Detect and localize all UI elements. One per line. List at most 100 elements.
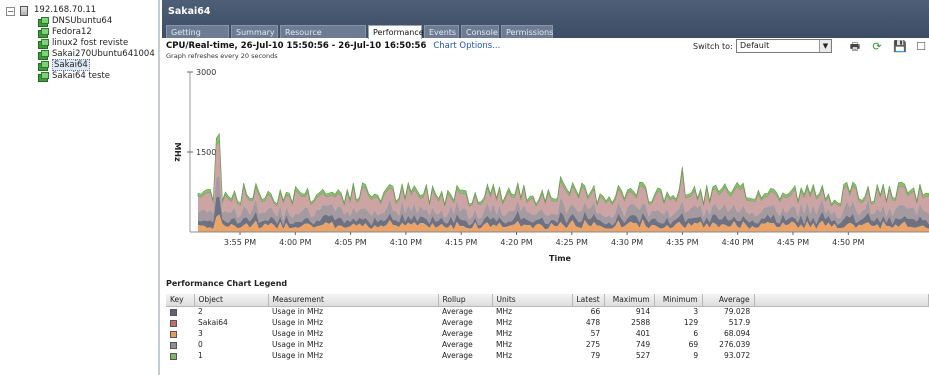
collapse-icon[interactable]: −	[6, 7, 15, 16]
legend-cell-minimum: 6	[693, 329, 699, 338]
legend-cell-units: MHz	[496, 329, 513, 338]
legend-key	[166, 317, 194, 328]
legend-cell-latest: 478	[585, 318, 601, 327]
legend-cell-rollup: Average	[442, 329, 473, 338]
save-icon[interactable]: 💾	[893, 40, 907, 53]
x-axis-label: Time	[549, 254, 572, 263]
legend-header-object[interactable]: Object	[194, 294, 269, 307]
legend-cell-measurement: Usage in MHz	[272, 351, 324, 360]
legend-key	[166, 328, 194, 339]
vm-icon	[38, 72, 49, 82]
tree-vm-item[interactable]: Sakai64 teste	[52, 71, 110, 82]
color-swatch-icon	[170, 330, 177, 338]
legend-cell-measurement: Usage in MHz	[272, 340, 324, 349]
tab-getting-started[interactable]: Getting Started	[166, 25, 229, 50]
legend-row[interactable]: Sakai64 Usage in MHz Average MHz 478 2588 129 5…	[166, 317, 929, 328]
legend-cell-latest: 66	[590, 307, 601, 317]
vm-icon	[38, 50, 49, 60]
switch-to-label: Switch to:	[693, 42, 733, 51]
tree-vm-label: Sakai270Ubuntu641004	[52, 49, 155, 59]
legend-row[interactable]: 1 Usage in MHz Average MHz 79 527 9 93.072	[166, 350, 929, 361]
legend-cell-filler	[754, 317, 928, 328]
legend-key	[166, 350, 194, 361]
x-tick-label: 4:20 PM	[500, 238, 532, 247]
legend-row[interactable]: 2 Usage in MHz Average MHz 66 914 3 79.028	[166, 306, 929, 317]
x-tick-label: 4:00 PM	[279, 238, 311, 247]
legend-cell-measurement: Usage in MHz	[272, 329, 324, 338]
x-tick-label: 4:45 PM	[777, 238, 809, 247]
vm-title: Sakai64	[168, 6, 211, 17]
tree-vm-label: Sakai64 teste	[52, 71, 111, 81]
legend-cell-rollup: Average	[442, 340, 473, 349]
vm-icon	[38, 28, 49, 38]
legend-cell-maximum: 2588	[631, 318, 651, 327]
tree-vm-item[interactable]: DNSUbuntu64	[52, 16, 112, 27]
legend-header-measurement[interactable]: Measurement	[268, 294, 439, 307]
legend-header-maximum[interactable]: Maximum	[604, 294, 655, 307]
tree-host[interactable]: 192.168.70.11	[34, 5, 96, 16]
legend-cell-object: Sakai64	[198, 318, 228, 327]
x-tick-label: 4:35 PM	[666, 238, 698, 247]
legend-header-latest[interactable]: Latest	[572, 294, 605, 307]
chart-options-link[interactable]: Chart Options...	[433, 41, 500, 51]
legend-cell-filler	[754, 306, 928, 317]
legend-table: Key Object Measurement Rollup Units Latest Max…	[166, 294, 929, 361]
tree-vm-label: DNSUbuntu64	[52, 16, 113, 26]
legend-header-average[interactable]: Average	[702, 294, 755, 307]
legend-header-rollup[interactable]: Rollup	[438, 294, 493, 307]
legend-header-key[interactable]: Key	[166, 294, 195, 307]
color-swatch-icon	[170, 341, 177, 349]
legend-cell-units: MHz	[496, 340, 513, 349]
tree-vm-item[interactable]: Sakai64	[52, 59, 90, 71]
legend-header-units[interactable]: Units	[492, 294, 573, 307]
tab-performance[interactable]: Performance	[368, 25, 424, 39]
legend-cell-latest: 57	[590, 329, 601, 338]
x-tick-label: 4:25 PM	[556, 238, 588, 247]
legend-cell-maximum: 527	[635, 351, 651, 360]
legend-header-minimum[interactable]: Minimum	[654, 294, 703, 307]
x-tick-label: 4:30 PM	[611, 238, 643, 247]
legend-cell-maximum: 914	[635, 307, 651, 317]
main-panel: Sakai64 Getting Started Summary Resource A…	[162, 0, 929, 375]
popout-icon[interactable]: ☐	[914, 40, 928, 53]
x-tick-label: 4:40 PM	[722, 238, 754, 247]
switch-to-select[interactable]: Default ▼	[736, 39, 832, 53]
legend-key	[166, 339, 194, 350]
legend-cell-rollup: Average	[442, 318, 473, 327]
legend-cell-minimum: 3	[693, 307, 699, 317]
refresh-note: Graph refreshes every 20 seconds	[166, 52, 278, 60]
legend-header-filler	[754, 294, 929, 307]
legend-cell-average: 79.028	[723, 307, 751, 317]
vm-icon	[38, 61, 49, 71]
y-tick-label: 1500	[196, 148, 216, 157]
tab-permissions[interactable]: Permissions	[501, 25, 553, 38]
x-tick-label: 3:55 PM	[224, 238, 256, 247]
legend-cell-average: 276.039	[719, 340, 751, 349]
tab-events[interactable]: Events	[424, 25, 459, 38]
tree-vm-label: linux2 fost reviste	[52, 38, 129, 48]
vm-icon	[38, 39, 49, 49]
color-swatch-icon	[170, 352, 177, 360]
tab-resource-allocation[interactable]: Resource Allocation	[280, 25, 366, 50]
y-tick-label: 3000	[196, 68, 216, 77]
tree-vm-label: Sakai64	[52, 59, 90, 71]
performance-header: CPU/Real-time, 26-Jul-10 15:50:56 - 26-J…	[166, 41, 500, 51]
tree-vm-item[interactable]: linux2 fost reviste	[52, 38, 128, 49]
vm-title-bar: Sakai64 Getting Started Summary Resource A…	[162, 0, 929, 50]
tab-console[interactable]: Console	[461, 25, 499, 38]
legend-row[interactable]: 3 Usage in MHz Average MHz 57 401 6 68.094	[166, 328, 929, 339]
legend-cell-minimum: 69	[688, 340, 699, 349]
print-icon[interactable]: 🖶	[848, 40, 862, 53]
x-tick-label: 4:50 PM	[832, 238, 864, 247]
legend-cell-latest: 275	[585, 340, 601, 349]
x-tick-label: 4:10 PM	[390, 238, 422, 247]
legend-row[interactable]: 0 Usage in MHz Average MHz 275 749 69 276.039	[166, 339, 929, 350]
legend-cell-object: 3	[198, 329, 203, 338]
legend-cell-object: 2	[198, 307, 203, 317]
tree-vm-label: Fedora12	[52, 27, 92, 37]
legend-cell-units: MHz	[496, 351, 513, 360]
tree-vm-item[interactable]: Fedora12	[52, 27, 92, 38]
refresh-icon[interactable]: ⟳	[870, 40, 884, 53]
legend-cell-latest: 79	[590, 351, 601, 360]
tab-summary[interactable]: Summary	[231, 25, 278, 38]
